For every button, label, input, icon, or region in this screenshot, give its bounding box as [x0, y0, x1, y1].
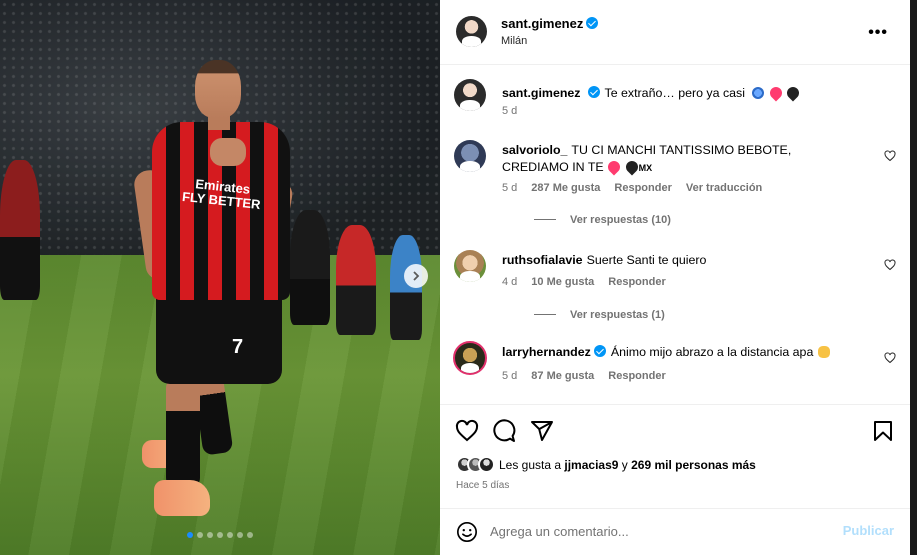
comment-input[interactable]: [490, 519, 820, 543]
background-edge: [910, 0, 917, 555]
raising-hands-emoji-icon: [817, 346, 830, 358]
avatar[interactable]: [454, 250, 486, 282]
comment-time[interactable]: 4 d: [502, 276, 517, 288]
carousel-dot: [207, 532, 213, 538]
caption-time[interactable]: 5 d: [502, 105, 517, 117]
reply-button[interactable]: Responder: [608, 370, 665, 382]
player-head: [195, 60, 241, 118]
post-action-bar: [440, 404, 910, 452]
replies-divider-line: [534, 314, 556, 315]
player-leg: [166, 378, 200, 488]
like-comment-heart-icon[interactable]: [884, 352, 896, 364]
like-comment-heart-icon[interactable]: [884, 259, 896, 271]
comment-username[interactable]: larryhernandez: [502, 345, 591, 359]
carousel-dot: [227, 532, 233, 538]
comment-suffix: MX: [638, 163, 653, 173]
avatar[interactable]: [453, 341, 487, 375]
save-bookmark-icon[interactable]: [871, 419, 895, 443]
comment-username[interactable]: ruthsofialavie: [502, 253, 583, 267]
post-header: sant.gimenez Milán •••: [440, 0, 910, 65]
comment-row: ruthsofialavie Suerte Santi te quiero 4 d…: [454, 250, 896, 325]
view-replies-label[interactable]: Ver respuestas (1): [570, 309, 665, 321]
chevron-right-icon: [413, 271, 420, 281]
comment-meta: 4 d 10 Me gusta Responder: [502, 276, 666, 288]
more-options-icon[interactable]: •••: [868, 24, 888, 42]
post-location[interactable]: Milán: [501, 35, 527, 47]
carousel-dot: [197, 532, 203, 538]
comment-likes-count[interactable]: 287 Me gusta: [531, 182, 600, 194]
comment-composer: Publicar: [440, 508, 910, 555]
carousel-dot: [187, 532, 193, 538]
post-photo: 7 Emirates FLY BETTER: [0, 0, 440, 555]
liker-avatar: [478, 456, 495, 473]
emoji-smiley-icon[interactable]: [456, 521, 478, 543]
caption-row: sant.gimenez Te extraño… pero ya casi 5 d: [454, 79, 896, 119]
posted-time[interactable]: Hace 5 días: [456, 480, 509, 491]
likes-middle: y: [621, 457, 628, 472]
comment-bubble-icon[interactable]: [492, 419, 516, 443]
pink-heart-emoji-icon: [767, 84, 785, 102]
share-paper-plane-icon[interactable]: [530, 419, 554, 443]
main-player: 7 Emirates FLY BETTER: [130, 60, 300, 530]
author-username-text[interactable]: sant.gimenez: [501, 16, 583, 31]
black-heart-emoji-icon: [784, 84, 802, 102]
reply-button[interactable]: Responder: [608, 276, 665, 288]
background-player: [0, 160, 40, 300]
comment-row: larryhernandez Ánimo mijo abrazo a la dis…: [453, 341, 896, 387]
likes-others-link[interactable]: 269 mil personas más: [631, 458, 756, 472]
post-comment-button[interactable]: Publicar: [843, 523, 894, 538]
comment-username[interactable]: salvoriolo_: [502, 143, 567, 157]
comment-text: ruthsofialavie Suerte Santi te quiero: [502, 252, 860, 269]
carousel-dot: [237, 532, 243, 538]
comment-time[interactable]: 5 d: [502, 370, 517, 382]
avatar[interactable]: [456, 16, 487, 47]
comment-likes-count[interactable]: 10 Me gusta: [531, 276, 594, 288]
like-comment-heart-icon[interactable]: [884, 150, 896, 162]
likes-prefix: Les gusta a: [499, 457, 562, 472]
caption-body: Te extraño… pero ya casi: [604, 86, 746, 100]
background-player: [336, 225, 376, 335]
verified-badge-icon: [586, 17, 599, 29]
comment-body: Ánimo mijo abrazo a la distancia apa: [610, 345, 814, 359]
comment-text: salvoriolo_ TU CI MANCHI TANTISSIMO BEBOT…: [502, 142, 860, 177]
black-heart-emoji-icon: [623, 158, 641, 176]
post-side-panel: sant.gimenez Milán ••• sant.gimenez Te ex…: [440, 0, 910, 555]
caption-meta: 5 d: [502, 105, 517, 117]
author-username[interactable]: sant.gimenez: [501, 16, 599, 31]
carousel-dot: [217, 532, 223, 538]
globe-emoji-icon: [752, 87, 765, 99]
caption-username[interactable]: sant.gimenez: [502, 86, 581, 100]
avatar[interactable]: [454, 140, 486, 172]
pink-heart-emoji-icon: [605, 158, 623, 176]
view-replies-button[interactable]: Ver respuestas (10): [534, 214, 671, 226]
avatar[interactable]: [454, 79, 486, 111]
likes-summary: Les gusta a jjmacias9 y 269 mil personas…: [456, 456, 756, 473]
verified-badge-icon: [587, 86, 600, 98]
carousel-dot: [247, 532, 253, 538]
player-shorts: [156, 292, 282, 384]
instagram-post-view: 7 Emirates FLY BETTER sant.gimenez Milán…: [0, 0, 917, 555]
view-replies-label[interactable]: Ver respuestas (10): [570, 214, 671, 226]
shorts-number: 7: [232, 336, 244, 358]
comment-text: larryhernandez Ánimo mijo abrazo a la dis…: [502, 344, 860, 361]
replies-divider-line: [534, 219, 556, 220]
player-hand: [210, 138, 246, 166]
comment-body: Suerte Santi te quiero: [586, 253, 707, 267]
reply-button[interactable]: Responder: [614, 182, 671, 194]
translate-button[interactable]: Ver traducción: [686, 182, 762, 194]
comment-time[interactable]: 5 d: [502, 182, 517, 194]
comment-likes-count[interactable]: 87 Me gusta: [531, 370, 594, 382]
view-replies-button[interactable]: Ver respuestas (1): [534, 309, 665, 321]
carousel-next-button[interactable]: [404, 264, 428, 288]
verified-badge-icon: [593, 345, 606, 357]
comment-meta: 5 d 87 Me gusta Responder: [502, 370, 666, 382]
like-heart-icon[interactable]: [455, 419, 479, 443]
liker-username[interactable]: jjmacias9: [564, 458, 618, 472]
carousel-indicator: [0, 532, 440, 538]
comment-row: salvoriolo_ TU CI MANCHI TANTISSIMO BEBOT…: [454, 140, 896, 230]
likes-text: Les gusta a jjmacias9 y 269 mil personas…: [499, 458, 756, 472]
player-boot: [154, 480, 210, 516]
caption-text: sant.gimenez Te extraño… pero ya casi: [502, 84, 860, 102]
comment-meta: 5 d 287 Me gusta Responder Ver traducció…: [502, 182, 762, 194]
